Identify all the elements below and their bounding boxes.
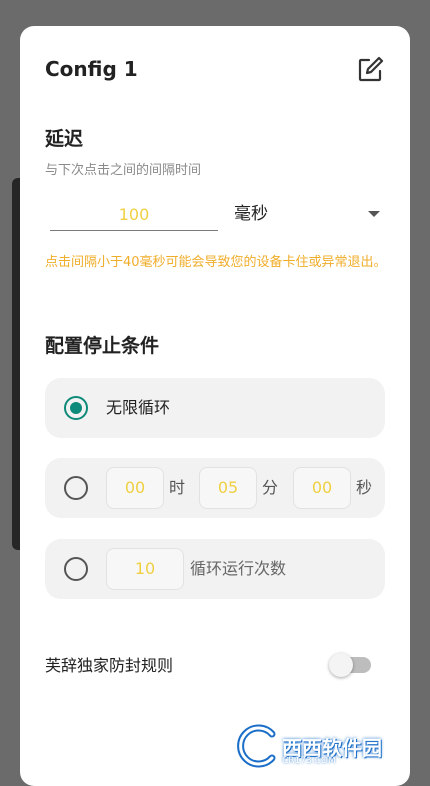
- dropdown-arrow-icon: [368, 211, 380, 217]
- radio-infinite-loop[interactable]: [64, 396, 88, 420]
- toggle-thumb: [329, 653, 353, 677]
- site-watermark: 西西软件园 CR173.COM: [230, 722, 406, 770]
- radio-timer[interactable]: [64, 476, 88, 500]
- timer-seconds-unit: 秒: [356, 478, 373, 497]
- option-infinite-loop-label: 无限循环: [106, 398, 171, 417]
- loop-count-label: 循环运行次数: [190, 559, 287, 578]
- watermark-logo-icon: [237, 724, 276, 768]
- timer-minutes-input[interactable]: 05: [199, 467, 257, 509]
- delay-subtitle: 与下次点击之间的间隔时间: [45, 163, 202, 178]
- delay-unit-select[interactable]: 毫秒: [234, 200, 384, 230]
- radio-selected-dot: [70, 402, 82, 414]
- anti-block-toggle[interactable]: [329, 653, 373, 677]
- stop-condition-title: 配置停止条件: [45, 335, 160, 357]
- timer-minutes-unit: 分: [262, 478, 279, 497]
- delay-input[interactable]: 100: [50, 200, 218, 231]
- loop-count-input[interactable]: 10: [106, 548, 184, 590]
- delay-warning: 点击间隔小于40毫秒可能会导致您的设备卡住或异常退出。: [45, 255, 387, 270]
- radio-loop-count[interactable]: [64, 557, 88, 581]
- delay-unit-label: 毫秒: [234, 204, 268, 224]
- anti-block-label: 芙辞独家防封规则: [45, 656, 174, 675]
- dialog-title: Config 1: [45, 57, 138, 81]
- watermark-subtext: CR173.COM: [282, 756, 336, 766]
- edit-icon[interactable]: [356, 56, 384, 84]
- timer-hours-unit: 时: [169, 478, 186, 497]
- option-infinite-loop[interactable]: 无限循环: [45, 378, 385, 438]
- timer-seconds-input[interactable]: 00: [293, 467, 351, 509]
- timer-hours-input[interactable]: 00: [106, 467, 164, 509]
- option-timer[interactable]: 00 时 05 分 00 秒: [45, 458, 385, 518]
- option-loop-count[interactable]: 10 循环运行次数: [45, 539, 385, 599]
- delay-title: 延迟: [45, 128, 84, 150]
- config-dialog: Config 1 延迟 与下次点击之间的间隔时间 100 毫秒 点击间隔小于40…: [20, 26, 410, 786]
